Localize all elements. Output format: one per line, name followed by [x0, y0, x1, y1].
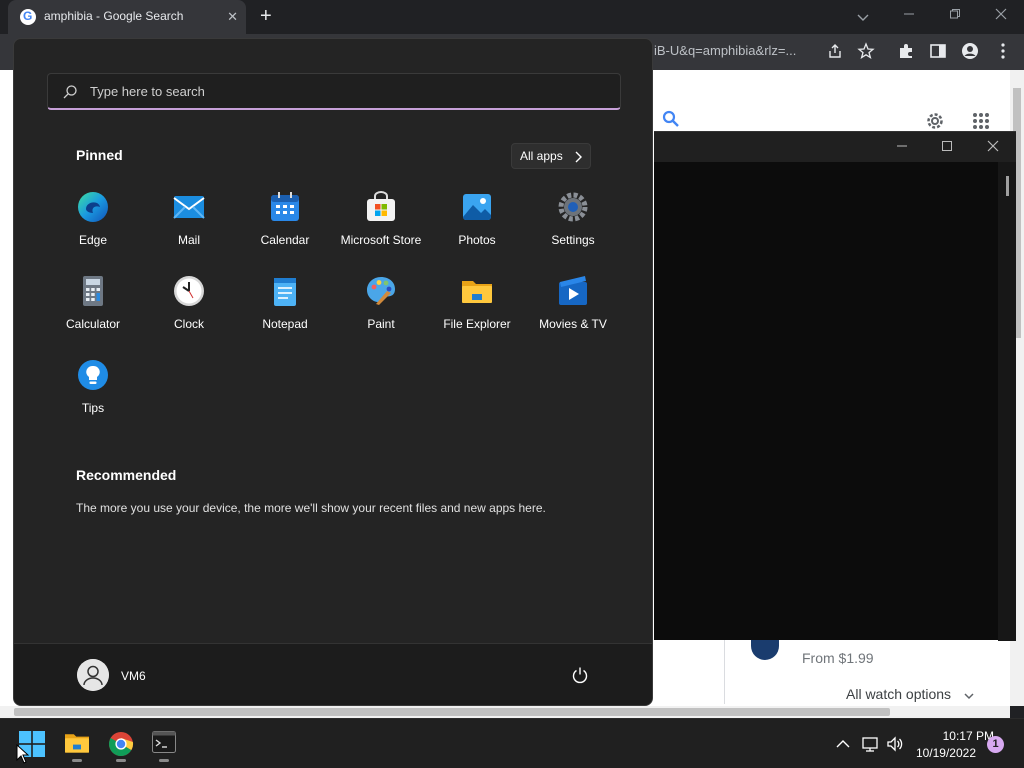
start-menu-footer: VM6	[14, 643, 652, 705]
pinned-app-calendar[interactable]: Calendar	[237, 191, 333, 263]
all-apps-label: All apps	[520, 149, 563, 163]
settings-icon	[558, 192, 588, 222]
user-avatar-icon	[77, 659, 109, 691]
file-explorer-icon	[65, 734, 89, 753]
new-tab-button[interactable]: +	[260, 4, 272, 28]
google-favicon-icon	[20, 9, 36, 25]
terminal-maximize-icon[interactable]	[941, 140, 953, 152]
browser-tab[interactable]: amphibia - Google Search ✕	[8, 0, 246, 34]
tab-close-icon[interactable]: ✕	[227, 8, 238, 26]
recommended-empty-text: The more you use your device, the more w…	[76, 501, 546, 515]
pinned-heading: Pinned	[76, 147, 123, 163]
terminal-close-icon[interactable]	[987, 140, 999, 152]
all-apps-button[interactable]: All apps	[511, 143, 591, 169]
terminal-minimize-icon[interactable]	[896, 140, 908, 152]
pinned-app-edge[interactable]: Edge	[45, 191, 141, 263]
side-panel-icon[interactable]	[929, 42, 947, 60]
chevron-down-icon[interactable]	[963, 690, 975, 702]
taskbar: 10:17 PM 10/19/2022 1	[0, 718, 1024, 768]
photos-icon	[463, 194, 491, 220]
pinned-app-mail[interactable]: Mail	[141, 191, 237, 263]
terminal-title-bar[interactable]	[654, 132, 1016, 162]
address-bar[interactable]: iB-U&q=amphibia&rlz=...	[654, 43, 796, 58]
running-indicator	[159, 759, 169, 762]
paint-icon	[367, 277, 395, 305]
offer-price: From $1.99	[802, 650, 874, 666]
taskbar-file-explorer[interactable]	[57, 725, 97, 763]
pinned-app-paint[interactable]: Paint	[333, 275, 429, 347]
search-input[interactable]	[90, 81, 590, 101]
running-indicator	[72, 759, 82, 762]
pinned-app-settings[interactable]: Settings	[525, 191, 621, 263]
taskbar-date[interactable]: 10/19/2022	[904, 746, 976, 760]
file-explorer-icon	[462, 281, 492, 303]
start-search-box[interactable]	[47, 73, 621, 110]
google-settings-gear-icon[interactable]	[924, 110, 946, 132]
recommended-heading: Recommended	[76, 467, 177, 483]
notification-badge[interactable]: 1	[987, 736, 1004, 753]
mouse-cursor-icon	[16, 744, 30, 764]
taskbar-chrome[interactable]	[101, 725, 141, 763]
profile-icon[interactable]	[961, 42, 979, 60]
calculator-icon	[83, 276, 103, 306]
page-horizontal-scrollbar[interactable]	[0, 706, 1010, 718]
tips-icon	[78, 360, 108, 390]
running-indicator	[116, 759, 126, 762]
google-search-icon[interactable]	[662, 110, 680, 128]
close-window-icon[interactable]	[995, 8, 1007, 20]
edge-icon	[78, 192, 108, 222]
tab-title: amphibia - Google Search	[44, 9, 184, 23]
user-account-button[interactable]: VM6	[69, 652, 169, 698]
chrome-icon	[109, 732, 134, 756]
network-icon[interactable]	[861, 735, 879, 753]
prime-video-logo-icon	[751, 640, 779, 660]
restore-icon[interactable]	[949, 8, 961, 20]
taskbar-time[interactable]: 10:17 PM	[918, 729, 994, 743]
desktop: amphibia - Google Search ✕ + iB-U&q=amph…	[0, 0, 1024, 768]
browser-tab-strip: amphibia - Google Search ✕ +	[0, 0, 1024, 34]
store-icon	[367, 191, 395, 221]
chevron-up-icon[interactable]	[834, 735, 852, 753]
power-icon[interactable]	[571, 666, 589, 684]
pinned-app-label: Movies & TV	[539, 317, 607, 331]
notepad-icon	[274, 278, 296, 306]
terminal-icon	[152, 731, 176, 753]
search-icon	[63, 85, 77, 99]
terminal-scrollbar[interactable]	[998, 162, 1016, 641]
mail-icon	[173, 196, 205, 219]
clock-icon	[174, 276, 204, 306]
minimize-icon[interactable]	[903, 8, 915, 20]
pinned-app-file-explorer[interactable]: File Explorer	[429, 275, 525, 347]
pinned-app-microsoft-store[interactable]: Microsoft Store	[333, 191, 429, 263]
terminal-window[interactable]	[654, 131, 1016, 641]
volume-icon[interactable]	[886, 735, 904, 753]
bookmark-star-icon[interactable]	[857, 42, 875, 60]
start-menu: Pinned All apps Edge Mail Calendar Micro…	[13, 38, 653, 706]
pinned-app-notepad[interactable]: Notepad	[237, 275, 333, 347]
movies-tv-icon	[559, 276, 587, 305]
tab-search-icon[interactable]	[856, 10, 870, 24]
scrollbar-thumb[interactable]	[14, 708, 890, 716]
pinned-app-movies-tv[interactable]: Movies & TV	[525, 275, 621, 347]
pinned-app-label: Settings	[551, 233, 595, 247]
taskbar-terminal[interactable]	[144, 725, 184, 763]
user-name: VM6	[121, 669, 146, 683]
chrome-menu-icon[interactable]	[994, 42, 1012, 60]
pinned-app-clock[interactable]: Clock	[141, 275, 237, 347]
share-icon[interactable]	[826, 42, 844, 60]
extensions-puzzle-icon[interactable]	[897, 42, 915, 60]
pinned-app-label: Tips	[81, 401, 105, 415]
all-watch-options-button[interactable]: All watch options	[846, 686, 951, 702]
pinned-app-calculator[interactable]: Calculator	[45, 275, 141, 347]
calendar-icon	[271, 192, 299, 221]
scrollbar-thumb[interactable]	[1006, 176, 1009, 196]
chevron-right-icon	[575, 151, 582, 163]
pinned-app-tips[interactable]: Tips	[45, 359, 141, 431]
pinned-app-photos[interactable]: Photos	[429, 191, 525, 263]
google-apps-grid-icon[interactable]	[972, 112, 990, 130]
